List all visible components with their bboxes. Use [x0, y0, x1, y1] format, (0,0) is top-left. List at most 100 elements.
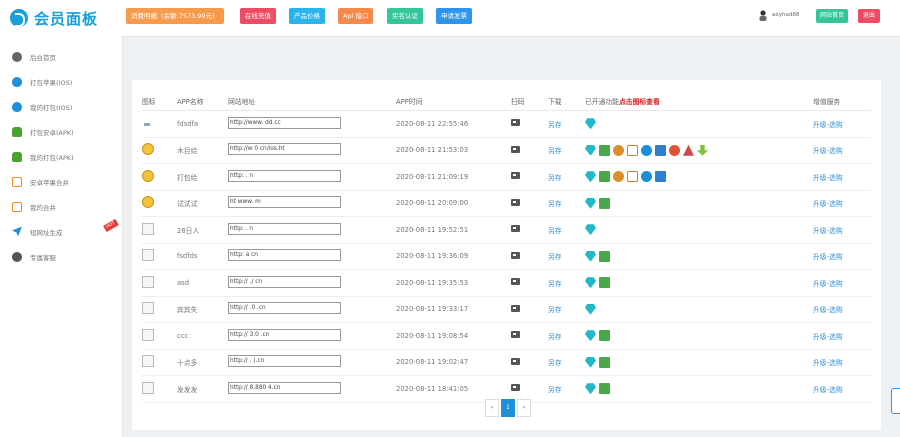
url-field[interactable]: http:// . ).cn — [228, 355, 341, 368]
save-link[interactable]: 另存 — [548, 190, 585, 217]
check-icon[interactable] — [599, 356, 610, 368]
diamond-icon[interactable] — [585, 118, 596, 130]
pricing-button[interactable]: 产品价格 — [289, 8, 325, 24]
upgrade-link[interactable]: 升级-选购 — [813, 243, 871, 270]
diamond-icon[interactable] — [585, 197, 596, 209]
recharge-button[interactable]: 在线充值 — [240, 8, 276, 24]
page-button-current[interactable]: 1 — [501, 399, 515, 417]
sidebar-item-3[interactable]: 打包安卓(APK) — [0, 119, 122, 144]
save-link[interactable]: 另存 — [548, 322, 585, 350]
api-button[interactable]: Api 接口 — [338, 8, 374, 24]
qr-code-icon[interactable] — [511, 251, 520, 259]
check-icon[interactable] — [599, 197, 610, 209]
site-home-button[interactable]: 网站首页 — [816, 9, 849, 23]
ie-icon[interactable] — [641, 144, 652, 156]
save-link[interactable]: 另存 — [548, 243, 585, 270]
invoice-button[interactable]: 申请发票 — [436, 8, 472, 24]
sidebar-item-6[interactable]: 我的合并 — [0, 194, 122, 219]
download-arrow-icon[interactable] — [697, 144, 708, 156]
qr-code-icon[interactable] — [511, 357, 520, 365]
logo[interactable]: 会员面板 — [0, 0, 122, 36]
upgrade-link[interactable]: 升级-选购 — [813, 190, 871, 217]
basketball-icon[interactable] — [613, 171, 624, 183]
avatar[interactable] — [758, 10, 768, 21]
url-field[interactable]: http://w 0 cn/ios.ht — [228, 143, 341, 156]
upgrade-link[interactable]: 升级-选购 — [813, 349, 871, 376]
check-icon[interactable] — [599, 277, 610, 289]
basketball-icon[interactable] — [613, 144, 624, 156]
qr-code-icon[interactable] — [511, 145, 520, 153]
upgrade-link[interactable]: 升级-选购 — [813, 110, 871, 138]
edit-icon[interactable] — [627, 144, 638, 156]
save-link[interactable]: 另存 — [548, 137, 585, 164]
ie-icon[interactable] — [641, 171, 652, 183]
upgrade-link[interactable]: 升级-选购 — [813, 296, 871, 323]
edit-icon[interactable] — [627, 171, 638, 183]
qr-code-icon[interactable] — [511, 172, 520, 180]
diamond-icon[interactable] — [585, 303, 596, 315]
diamond-icon[interactable] — [585, 224, 596, 236]
qr-code-icon[interactable] — [511, 225, 520, 233]
sidebar-item-1[interactable]: 打包苹果(IOS) — [0, 69, 122, 94]
diamond-icon[interactable] — [585, 250, 596, 262]
save-link[interactable]: 另存 — [548, 269, 585, 297]
url-field[interactable]: http: a cn — [228, 249, 341, 262]
url-field[interactable]: http:// 8.880 4.cn — [228, 381, 341, 394]
verify-button[interactable]: 实名认证 — [387, 8, 423, 24]
sidebar-item-5[interactable]: 安卓苹果合并 — [0, 169, 122, 194]
diamond-icon[interactable] — [585, 356, 596, 368]
save-link[interactable]: 另存 — [548, 296, 585, 323]
save-link[interactable]: 另存 — [548, 110, 585, 138]
billing-button[interactable]: 消费明细（余额:7573.99元） — [126, 8, 224, 24]
check-icon[interactable] — [599, 383, 610, 395]
diamond-icon[interactable] — [585, 277, 596, 289]
check-icon[interactable] — [599, 250, 610, 262]
robot-icon[interactable] — [683, 144, 694, 156]
logout-button[interactable]: 退出 — [858, 9, 881, 23]
square-app-icon[interactable] — [655, 144, 666, 156]
upgrade-link[interactable]: 升级-选购 — [813, 322, 871, 350]
upgrade-link[interactable]: 升级-选购 — [813, 137, 871, 164]
sidebar-item-2[interactable]: 我的打包(IOS) — [0, 94, 122, 119]
url-field[interactable]: http: . n — [228, 169, 341, 182]
diamond-icon[interactable] — [585, 330, 596, 342]
next-page-button[interactable]: » — [517, 399, 531, 417]
upgrade-link[interactable]: 升级-选购 — [813, 163, 871, 191]
check-icon[interactable] — [599, 330, 610, 342]
qr-code-icon[interactable] — [511, 119, 520, 127]
qr-code-icon[interactable] — [511, 331, 520, 339]
url-field[interactable]: http:// ./ cn — [228, 275, 341, 288]
square-app-icon[interactable] — [655, 171, 666, 183]
sidebar-item-8[interactable]: 专属客服 — [0, 244, 122, 269]
sidebar-item-0[interactable]: 后台首页 — [0, 44, 122, 69]
diamond-icon[interactable] — [585, 171, 596, 183]
qr-code-icon[interactable] — [511, 278, 520, 286]
sidebar-item-7[interactable]: 短网址生成 HOT — [0, 219, 122, 244]
save-link[interactable]: 另存 — [548, 375, 585, 403]
save-link[interactable]: 另存 — [548, 163, 585, 191]
url-field[interactable]: ht www. m — [228, 196, 341, 209]
prev-page-button[interactable]: « — [485, 399, 499, 417]
firefox-icon[interactable] — [669, 144, 680, 156]
qr-code-icon[interactable] — [511, 198, 520, 206]
header-features-hint[interactable]: 点击图标查看 — [619, 98, 660, 106]
check-icon[interactable] — [599, 171, 610, 183]
url-field[interactable]: http://www. dd.cc — [228, 116, 341, 129]
url-field[interactable]: http:// .0 .cn — [228, 302, 341, 315]
user-name[interactable]: aoyhad88 — [772, 12, 799, 18]
upgrade-link[interactable]: 升级-选购 — [813, 269, 871, 297]
floating-tab[interactable] — [891, 388, 900, 414]
diamond-icon[interactable] — [585, 383, 596, 395]
check-icon[interactable] — [599, 144, 610, 156]
sidebar-item-4[interactable]: 我的打包(APK) — [0, 144, 122, 169]
upgrade-link[interactable]: 升级-选购 — [813, 216, 871, 244]
url-field[interactable]: http: . n — [228, 222, 341, 235]
qr-code-icon[interactable] — [511, 384, 520, 392]
save-link[interactable]: 另存 — [548, 349, 585, 376]
app-name: fdsdfa — [177, 110, 228, 138]
diamond-icon[interactable] — [585, 144, 596, 156]
url-field[interactable]: http:// 3.0 .cn — [228, 328, 341, 341]
qr-code-icon[interactable] — [511, 304, 520, 312]
upgrade-link[interactable]: 升级-选购 — [813, 375, 871, 403]
save-link[interactable]: 另存 — [548, 216, 585, 244]
